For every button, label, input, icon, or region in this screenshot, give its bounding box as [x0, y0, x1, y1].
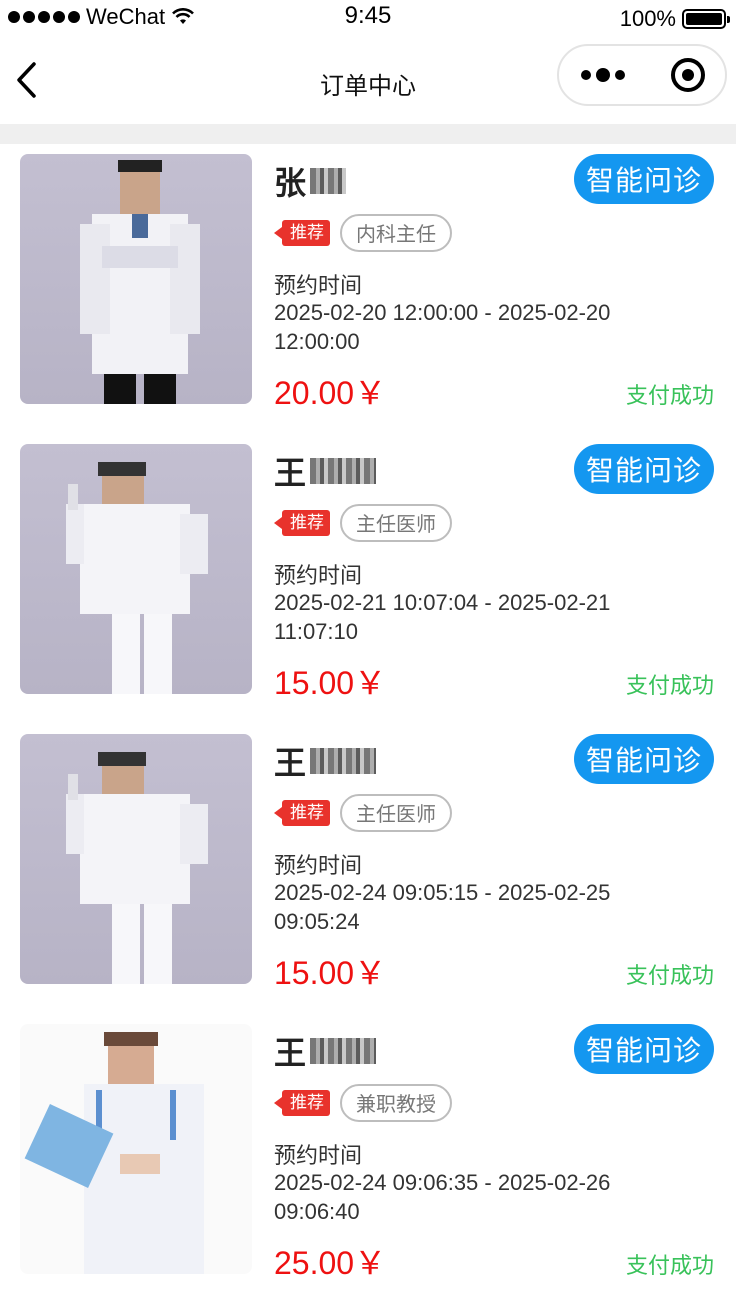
status-bar: WeChat 9:45 100%: [0, 0, 736, 40]
doctor-title-tag: 主任医师: [340, 504, 452, 542]
nav-bar: 订单中心: [0, 40, 736, 124]
doctor-title-tag: 主任医师: [340, 794, 452, 832]
payment-status: 支付成功: [625, 384, 714, 409]
more-menu-button[interactable]: [581, 68, 625, 82]
doctor-title-tag: 内科主任: [340, 214, 452, 252]
appointment-label: 预约时间: [274, 564, 363, 589]
status-right: 100%: [619, 6, 730, 32]
appointment-label: 预约时间: [274, 274, 363, 299]
smart-consult-button[interactable]: 智能问诊: [574, 444, 714, 494]
battery-icon: [682, 9, 730, 29]
appointment-time: 2025-02-20 12:00:00 - 2025-02-20 12:00:0…: [274, 300, 611, 354]
header-divider: [0, 124, 736, 144]
miniprogram-capsule: [557, 44, 727, 106]
name-redaction: [310, 748, 377, 774]
name-redaction: [310, 1038, 377, 1064]
order-card[interactable]: 王 智能问诊 推荐 主任医师 预约时间 2025-02-21 10:07:04 …: [0, 434, 736, 724]
smart-consult-button[interactable]: 智能问诊: [574, 154, 714, 204]
order-price: 15.00￥: [274, 665, 387, 701]
order-price: 20.00￥: [274, 375, 387, 411]
order-price: 25.00￥: [274, 1245, 387, 1281]
payment-status: 支付成功: [625, 964, 714, 989]
doctor-title-tag: 兼职教授: [340, 1084, 452, 1122]
doctor-name-text: 王: [274, 1034, 307, 1072]
doctor-name: 王: [274, 448, 377, 494]
doctor-photo: [20, 154, 252, 404]
appointment-time: 2025-02-21 10:07:04 - 2025-02-21 11:07:1…: [274, 590, 611, 644]
smart-consult-button[interactable]: 智能问诊: [574, 1024, 714, 1074]
doctor-name: 王: [274, 738, 377, 784]
battery-percent: 100%: [619, 6, 676, 31]
appointment-time: 2025-02-24 09:05:15 - 2025-02-25 09:05:2…: [274, 880, 611, 934]
recommend-badge: 推荐: [274, 220, 330, 246]
payment-status: 支付成功: [625, 674, 714, 699]
doctor-tags: 推荐 主任医师: [274, 504, 452, 542]
recommend-badge: 推荐: [274, 800, 330, 826]
order-price: 15.00￥: [274, 955, 387, 991]
doctor-name-text: 王: [274, 454, 307, 492]
appointment-label: 预约时间: [274, 1144, 363, 1169]
doctor-name: 张: [274, 158, 347, 204]
appointment-label: 预约时间: [274, 854, 363, 879]
order-card[interactable]: 王 智能问诊 推荐 兼职教授 预约时间 2025-02-24 09:06:35 …: [0, 1014, 736, 1304]
name-redaction: [310, 168, 347, 194]
recommend-badge: 推荐: [274, 510, 330, 536]
name-redaction: [310, 458, 377, 484]
appointment-time: 2025-02-24 09:06:35 - 2025-02-26 09:06:4…: [274, 1170, 611, 1224]
recommend-badge: 推荐: [274, 1090, 330, 1116]
order-list: 张 智能问诊 推荐 内科主任 预约时间 2025-02-20 12:00:00 …: [0, 144, 736, 1304]
doctor-tags: 推荐 内科主任: [274, 214, 452, 252]
doctor-tags: 推荐 主任医师: [274, 794, 452, 832]
doctor-photo: [20, 444, 252, 694]
close-miniprogram-button[interactable]: [671, 58, 705, 92]
doctor-name: 王: [274, 1028, 377, 1074]
smart-consult-button[interactable]: 智能问诊: [574, 734, 714, 784]
order-card[interactable]: 王 智能问诊 推荐 主任医师 预约时间 2025-02-24 09:05:15 …: [0, 724, 736, 1014]
order-card[interactable]: 张 智能问诊 推荐 内科主任 预约时间 2025-02-20 12:00:00 …: [0, 144, 736, 434]
doctor-name-text: 张: [274, 164, 307, 202]
doctor-photo: [20, 734, 252, 984]
doctor-photo: [20, 1024, 252, 1274]
doctor-name-text: 王: [274, 744, 307, 782]
payment-status: 支付成功: [625, 1254, 714, 1279]
doctor-tags: 推荐 兼职教授: [274, 1084, 452, 1122]
